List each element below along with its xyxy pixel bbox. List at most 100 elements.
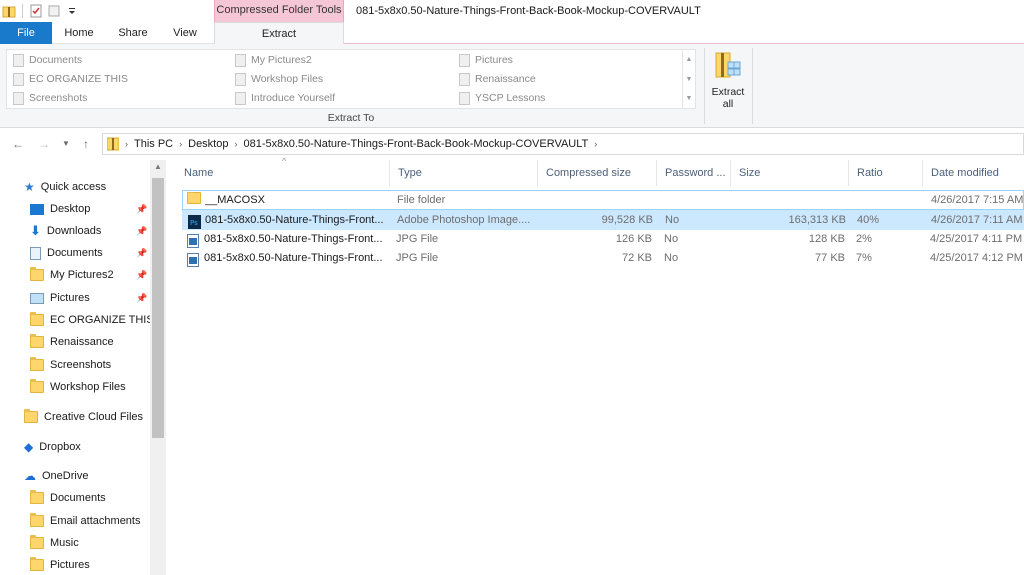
- file-date: 4/26/2017 7:15 AM: [931, 194, 1024, 206]
- extract-all-button[interactable]: Extract all: [708, 50, 748, 112]
- table-row[interactable]: 081-5x8x0.50-Nature-Things-Front... JPG …: [182, 230, 1024, 250]
- pin-icon[interactable]: 📌: [136, 221, 147, 241]
- scroll-up-icon[interactable]: ▲: [150, 162, 166, 171]
- file-size: 163,313 KB: [788, 214, 847, 226]
- recent-locations-icon[interactable]: ▼: [58, 136, 74, 152]
- breadcrumb-current-folder[interactable]: 081-5x8x0.50-Nature-Things-Front-Back-Bo…: [243, 138, 588, 150]
- table-row[interactable]: Ps 081-5x8x0.50-Nature-Things-Front... A…: [182, 210, 1024, 230]
- forward-arrow-icon[interactable]: →: [36, 136, 52, 152]
- file-type: JPG File: [396, 233, 439, 245]
- ribbon-separator: [704, 48, 705, 124]
- gallery-scrollbar[interactable]: ▲ ▼ ▼: [682, 50, 695, 108]
- table-row[interactable]: 081-5x8x0.50-Nature-Things-Front... JPG …: [182, 249, 1024, 269]
- nav-item-documents[interactable]: Documents 📌: [30, 243, 147, 263]
- extract-to-item[interactable]: Pictures: [459, 51, 513, 69]
- nav-item-screenshots[interactable]: Screenshots: [30, 355, 111, 375]
- tab-file[interactable]: File: [0, 22, 52, 44]
- extract-to-item[interactable]: Workshop Files: [235, 70, 323, 88]
- file-ratio: 40%: [857, 214, 880, 226]
- pin-icon[interactable]: 📌: [136, 288, 147, 308]
- column-header-date-modified[interactable]: Date modified: [923, 160, 1024, 186]
- cloud-icon: ☁: [24, 469, 36, 483]
- file-ratio: 2%: [856, 233, 872, 245]
- extract-to-item[interactable]: YSCP Lessons: [459, 89, 545, 107]
- folder-icon: [30, 334, 44, 348]
- column-header-compressed-size[interactable]: Compressed size: [538, 160, 657, 186]
- nav-item-downloads[interactable]: ⬇ Downloads 📌: [30, 221, 147, 241]
- toolbar-separator: [22, 4, 23, 18]
- folder-icon: [187, 192, 201, 210]
- nav-quick-access[interactable]: ★ Quick access: [24, 177, 106, 197]
- extract-to-item[interactable]: Documents: [13, 51, 82, 69]
- nav-onedrive-email-attachments[interactable]: Email attachments: [30, 511, 140, 531]
- scrollbar-thumb[interactable]: [152, 178, 164, 438]
- extract-to-gallery: Documents My Pictures2 Pictures EC ORGAN…: [6, 49, 696, 109]
- nav-item-workshop-files[interactable]: Workshop Files: [30, 377, 126, 397]
- ribbon-tab-row: File Home Share View Extract: [0, 22, 1024, 45]
- nav-onedrive-documents[interactable]: Documents: [30, 488, 106, 508]
- gallery-scroll-down-icon[interactable]: ▼: [686, 70, 693, 89]
- extract-to-group-label: Extract To: [327, 112, 375, 124]
- nav-item-renaissance[interactable]: Renaissance: [30, 332, 114, 352]
- pin-icon[interactable]: 📌: [136, 265, 147, 285]
- pin-icon[interactable]: 📌: [136, 199, 147, 219]
- folder-icon: [235, 72, 246, 86]
- properties-icon[interactable]: [29, 4, 43, 18]
- column-header-password[interactable]: Password ...: [657, 160, 731, 186]
- column-header-size[interactable]: Size: [731, 160, 849, 186]
- nav-dropbox[interactable]: ◆ Dropbox: [24, 437, 81, 457]
- extract-to-item[interactable]: Screenshots: [13, 89, 87, 107]
- up-arrow-icon[interactable]: ↑: [78, 136, 94, 152]
- pin-icon[interactable]: 📌: [136, 243, 147, 263]
- zip-folder-icon[interactable]: [2, 4, 16, 18]
- new-folder-icon[interactable]: [47, 4, 61, 18]
- extract-to-item[interactable]: EC ORGANIZE THIS: [13, 70, 128, 88]
- image-file-icon: [187, 253, 199, 267]
- folder-icon: [30, 513, 44, 527]
- tab-view[interactable]: View: [162, 22, 208, 44]
- folder-icon: [13, 72, 24, 86]
- navigation-scrollbar[interactable]: ▲: [150, 160, 166, 575]
- breadcrumb-this-pc[interactable]: This PC: [134, 138, 173, 150]
- address-bar[interactable]: › This PC › Desktop › 081-5x8x0.50-Natur…: [102, 133, 1024, 155]
- desktop-icon: [30, 203, 44, 215]
- extract-all-label-line1: Extract: [711, 86, 745, 98]
- nav-onedrive-pictures[interactable]: Pictures: [30, 555, 90, 575]
- gallery-expand-icon[interactable]: ▼: [686, 89, 693, 108]
- tab-share[interactable]: Share: [110, 22, 156, 44]
- nav-onedrive[interactable]: ☁ OneDrive: [24, 466, 88, 486]
- nav-item-ec-organize-this[interactable]: EC ORGANIZE THIS: [30, 310, 154, 330]
- tab-home[interactable]: Home: [54, 22, 104, 44]
- extract-to-item[interactable]: My Pictures2: [235, 51, 312, 69]
- nav-onedrive-music[interactable]: Music: [30, 533, 79, 553]
- chevron-right-icon[interactable]: ›: [234, 139, 237, 149]
- window-title: 081-5x8x0.50-Nature-Things-Front-Back-Bo…: [356, 5, 701, 17]
- file-type: JPG File: [396, 252, 439, 264]
- folder-icon: [30, 379, 44, 393]
- chevron-right-icon[interactable]: ›: [179, 139, 182, 149]
- extract-to-item[interactable]: Renaissance: [459, 70, 536, 88]
- pictures-icon: [459, 53, 470, 67]
- extract-to-item[interactable]: Introduce Yourself: [235, 89, 335, 107]
- chevron-right-icon[interactable]: ›: [125, 139, 128, 149]
- breadcrumb-desktop[interactable]: Desktop: [188, 138, 228, 150]
- folder-icon: [30, 535, 44, 549]
- customize-toolbar-icon[interactable]: [65, 4, 79, 18]
- column-header-ratio[interactable]: Ratio: [849, 160, 923, 186]
- nav-creative-cloud-files[interactable]: Creative Cloud Files: [24, 407, 143, 427]
- table-row[interactable]: __MACOSX File folder 4/26/2017 7:15 AM: [182, 190, 1024, 210]
- sort-ascending-icon: ^: [282, 156, 287, 166]
- nav-item-my-pictures2[interactable]: My Pictures2 📌: [30, 265, 147, 285]
- column-header-type[interactable]: Type: [390, 160, 538, 186]
- folder-icon: [235, 53, 246, 67]
- gallery-scroll-up-icon[interactable]: ▲: [686, 50, 693, 69]
- chevron-right-icon[interactable]: ›: [594, 139, 597, 149]
- nav-item-desktop[interactable]: Desktop 📌: [30, 199, 147, 219]
- file-compressed-size: 126 KB: [615, 233, 652, 245]
- back-arrow-icon[interactable]: ←: [10, 136, 26, 152]
- download-arrow-icon: ⬇: [30, 223, 41, 238]
- nav-item-pictures[interactable]: Pictures 📌: [30, 288, 147, 308]
- quick-access-toolbar: [2, 3, 79, 19]
- file-size: 128 KB: [808, 233, 845, 245]
- tab-extract[interactable]: Extract: [214, 22, 344, 45]
